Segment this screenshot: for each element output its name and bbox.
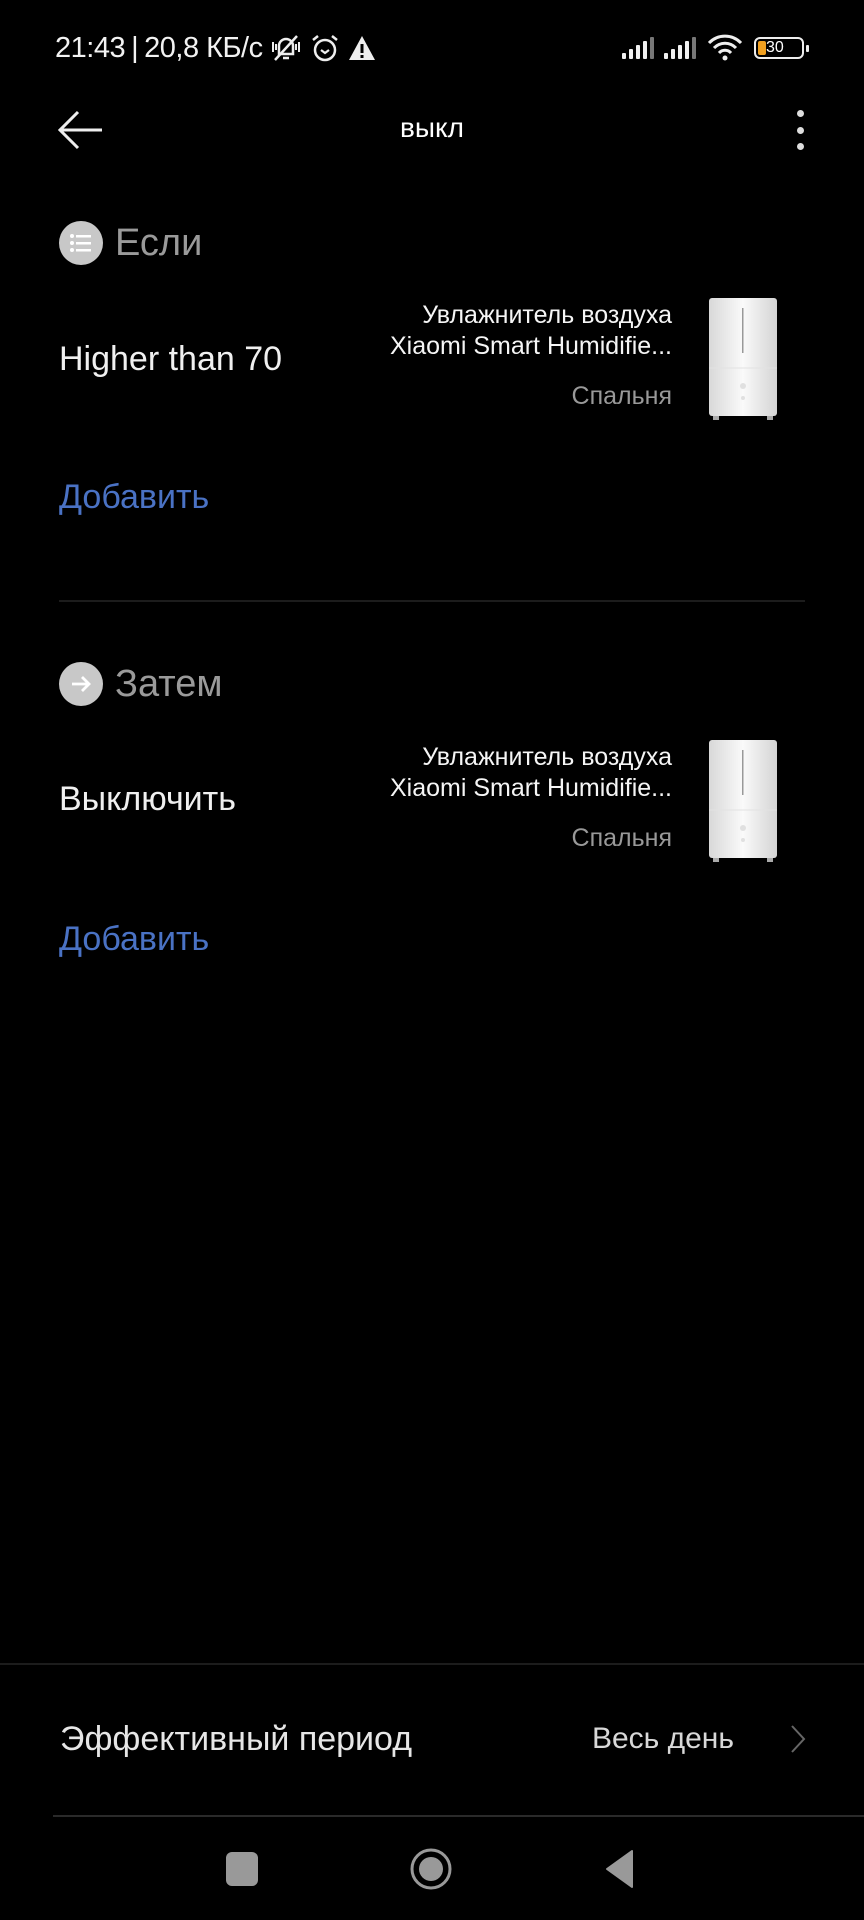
- effective-period-label: Эффективный период: [60, 1720, 413, 1758]
- action-device-info: Увлажнитель воздуха Xiaomi Smart Humidif…: [390, 742, 672, 853]
- vibrate-muted-icon: [271, 35, 300, 61]
- list-icon: [59, 221, 103, 265]
- network-speed: 20,8 КБ/с: [144, 31, 263, 64]
- signal-sim2-icon: [664, 37, 696, 59]
- then-section-label: Затем: [115, 662, 223, 705]
- warning-icon: [348, 36, 375, 60]
- device-name-line1: Увлажнитель воздуха: [422, 301, 672, 329]
- effective-period-value: Весь день: [591, 1722, 734, 1755]
- arrow-right-icon: [59, 662, 103, 706]
- humidifier-image: [709, 740, 777, 862]
- if-section-header: Если: [59, 221, 202, 265]
- device-name-line2: Xiaomi Smart Humidifie...: [389, 332, 672, 360]
- add-condition-button[interactable]: Добавить: [59, 478, 209, 517]
- bottom-divider: [0, 1663, 864, 1665]
- home-button[interactable]: [410, 1848, 452, 1890]
- action-text: Выключить: [59, 780, 236, 818]
- section-divider: [59, 600, 805, 602]
- battery-icon: 30: [754, 37, 809, 59]
- condition-text: Higher than 70: [59, 340, 283, 378]
- if-section-label: Если: [115, 221, 203, 264]
- device-room: Спальня: [571, 824, 672, 852]
- then-section-header: Затем: [59, 662, 223, 706]
- clock: 21:43: [55, 31, 126, 64]
- nav-divider: [53, 1815, 864, 1817]
- status-bar-left: 21:43 | 20,8 КБ/с: [55, 28, 377, 68]
- device-name-line2: Xiaomi Smart Humidifie...: [389, 774, 672, 802]
- more-options-button[interactable]: [794, 110, 806, 150]
- signal-sim1-icon: [622, 37, 654, 59]
- device-room: Спальня: [571, 382, 672, 410]
- page-title: выкл: [400, 112, 464, 143]
- device-name-line1: Увлажнитель воздуха: [422, 743, 672, 771]
- chevron-right-icon: [791, 1725, 806, 1753]
- battery-fill: [758, 41, 766, 55]
- battery-level: 30: [766, 39, 784, 56]
- humidifier-image: [709, 298, 777, 420]
- status-bar-right: 30: [622, 28, 809, 68]
- status-separator: |: [131, 31, 139, 64]
- recents-button[interactable]: [226, 1852, 258, 1886]
- action-item[interactable]: Выключить Увлажнитель воздуха Xiaomi Sma…: [0, 732, 864, 872]
- condition-device-info: Увлажнитель воздуха Xiaomi Smart Humidif…: [390, 300, 672, 411]
- nav-back-button[interactable]: [604, 1849, 634, 1889]
- add-action-button[interactable]: Добавить: [59, 920, 209, 959]
- alarm-icon: [311, 35, 338, 62]
- condition-item[interactable]: Higher than 70 Увлажнитель воздуха Xiaom…: [0, 290, 864, 430]
- wifi-icon: [707, 34, 743, 61]
